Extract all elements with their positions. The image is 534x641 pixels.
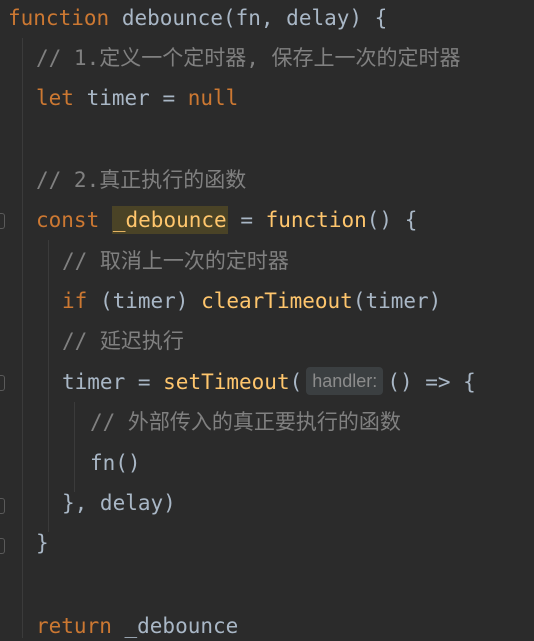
indent-guide [22,38,23,638]
code-text: () { [366,208,418,232]
code-line-1[interactable]: function debounce(fn, delay) { [8,0,387,40]
comment: // 外部传入的真正要执行的函数 [90,410,401,434]
code-text: _debounce [111,614,239,638]
code-line-7[interactable]: // 取消上一次的定时器 [62,243,289,283]
function-name: debounce [121,6,223,30]
comment: // 取消上一次的定时器 [62,249,289,273]
fold-marker-icon[interactable] [0,375,5,391]
code-line-6[interactable]: const _debounce = function() { [36,202,417,242]
keyword: if [62,289,88,313]
code-text: = [227,208,266,232]
code-text: (timer) [352,289,442,313]
function-call: clearTimeout [201,289,353,313]
keyword: function [8,6,110,30]
code-editor[interactable]: function debounce(fn, delay) { // 1.定义一个… [0,0,534,641]
code-text: timer = [73,86,188,110]
code-line-11[interactable]: // 外部传入的真正要执行的函数 [90,404,401,444]
comment: // 延迟执行 [62,329,184,353]
code-line-5[interactable]: // 2.真正执行的函数 [36,162,246,202]
code-text: ( [289,370,303,394]
code-line-13[interactable]: }, delay) [62,485,176,525]
code-line-9[interactable]: // 延迟执行 [62,323,184,363]
code-text: timer = [62,370,164,394]
fold-marker-icon[interactable] [0,213,5,229]
indent-guide [48,240,49,532]
code-line-3[interactable]: let timer = null [36,80,238,120]
code-text: () => { [387,370,476,394]
highlighted-variable: _debounce [111,206,228,234]
code-line-2[interactable]: // 1.定义一个定时器, 保存上一次的定时器 [36,40,461,80]
code-text: fn() [90,451,141,475]
code-line-14[interactable]: } [36,525,49,565]
keyword: const [36,208,100,232]
code-line-10[interactable]: timer = setTimeout(handler:() => { [62,364,476,404]
code-text: }, delay) [62,491,176,515]
code-line-12[interactable]: fn() [90,445,141,485]
code-text: } [36,531,49,555]
comment: // 1.定义一个定时器, 保存上一次的定时器 [36,46,461,70]
params: (fn, delay) { [222,6,388,30]
keyword: function [265,208,367,232]
code-line-8[interactable]: if (timer) clearTimeout(timer) [62,283,441,323]
keyword: let [36,86,74,110]
code-text: (timer) [87,289,202,313]
parameter-hint: handler: [306,367,384,395]
function-call: setTimeout [163,370,290,394]
keyword: null [187,86,239,110]
fold-marker-icon[interactable] [0,498,5,514]
fold-marker-icon[interactable] [0,538,5,554]
indent-guide [74,402,75,492]
code-line-16[interactable]: return _debounce [36,608,238,641]
keyword: return [36,614,112,638]
comment: // 2.真正执行的函数 [36,168,247,192]
